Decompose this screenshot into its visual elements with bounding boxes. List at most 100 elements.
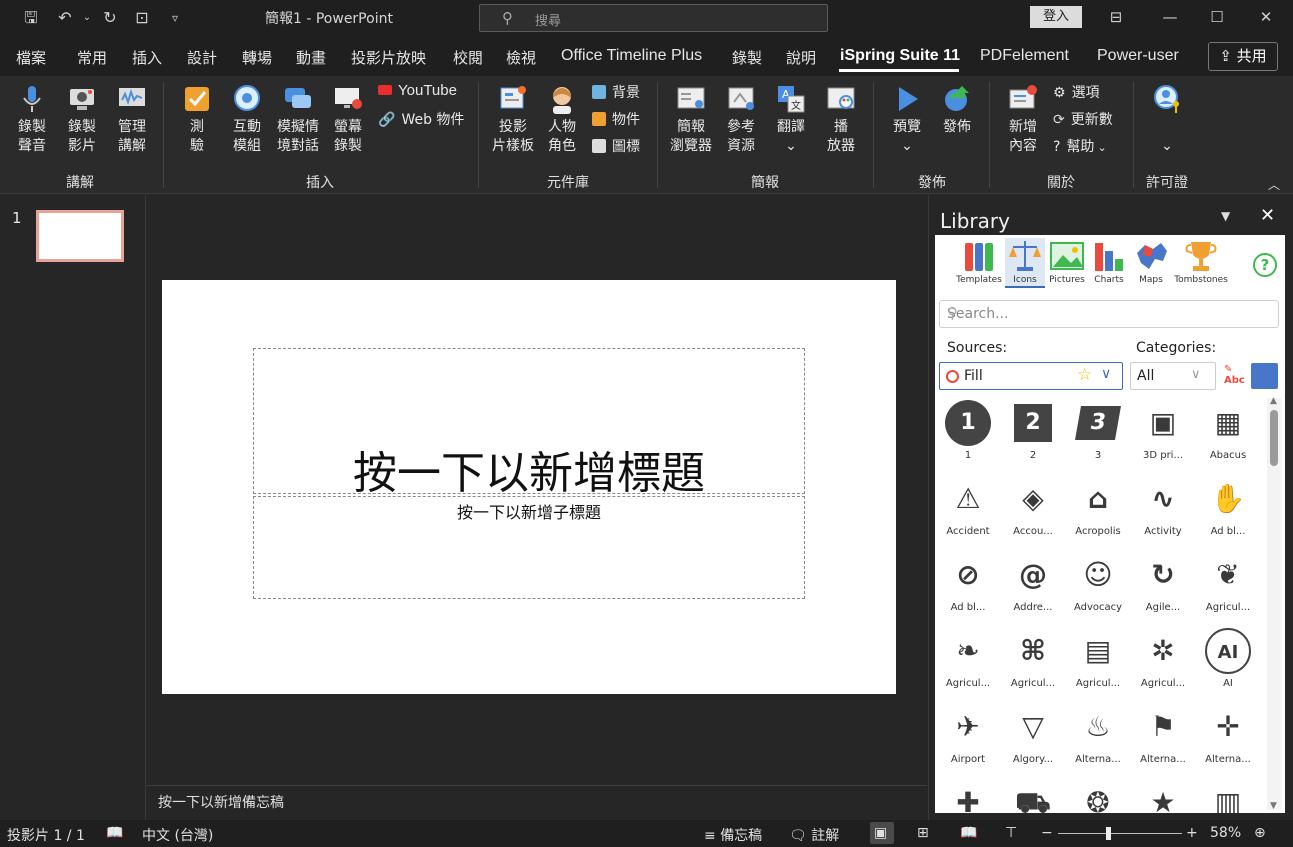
library-tab-charts[interactable]: Charts — [1089, 239, 1129, 285]
tab-transitions[interactable]: 轉場 — [242, 47, 272, 68]
scroll-down-icon[interactable]: ▼ — [1270, 801, 1277, 811]
library-icon-item[interactable]: @ Addre... — [1002, 550, 1064, 626]
library-icon-item[interactable]: ✈ Airport — [937, 702, 999, 778]
manage-narration-button[interactable]: 管理 講解 — [114, 84, 150, 156]
icons-button[interactable]: 圖標 — [592, 136, 640, 156]
slideshow-view-icon[interactable]: ⊤ — [1005, 825, 1017, 841]
preview-button[interactable]: 預覽 ⌄ — [888, 84, 926, 156]
share-button[interactable]: ⇪ 共用 — [1208, 42, 1278, 71]
redo-icon[interactable]: ↻ — [99, 7, 121, 29]
favorite-star-icon[interactable]: ☆ — [1077, 365, 1092, 385]
library-icon-item[interactable]: ⊘ Ad bl... — [937, 550, 999, 626]
tab-power-user[interactable]: Power-user — [1097, 47, 1179, 65]
library-icon-item[interactable]: 22 — [1002, 398, 1064, 474]
slide-canvas[interactable]: 按一下以新增標題 按一下以新增子標題 — [162, 280, 896, 694]
library-icon-item[interactable]: ❂ — [1067, 778, 1129, 813]
fit-to-window-icon[interactable]: ⊕ — [1254, 825, 1266, 841]
whats-new-button[interactable]: 新增 內容 — [1004, 84, 1042, 156]
library-icon-item[interactable]: 33 — [1067, 398, 1129, 474]
library-search-input[interactable]: Search... ⚲ — [939, 300, 1279, 328]
library-icon-item[interactable]: ◈ Accou... — [1002, 474, 1064, 550]
backgrounds-button[interactable]: 背景 — [592, 82, 640, 102]
library-icon-item[interactable]: ⛟ — [1002, 778, 1064, 813]
library-tab-icons[interactable]: Icons — [1005, 239, 1045, 285]
close-icon[interactable]: ✕ — [1254, 6, 1278, 28]
tab-ispring[interactable]: iSpring Suite 11 — [840, 47, 960, 65]
tab-home[interactable]: 常用 — [77, 47, 107, 68]
library-icon-item[interactable]: ⚠ Accident — [937, 474, 999, 550]
tab-slideshow[interactable]: 投影片放映 — [351, 47, 426, 68]
library-tab-templates[interactable]: Templates — [955, 239, 1003, 285]
scroll-up-icon[interactable]: ▲ — [1270, 396, 1277, 406]
tab-view[interactable]: 檢視 — [506, 47, 536, 68]
library-icon-item[interactable]: ★ — [1132, 778, 1194, 813]
categories-dropdown[interactable]: All ∨ — [1130, 362, 1216, 390]
library-icon-item[interactable]: ⌂ Acropolis — [1067, 474, 1129, 550]
tab-review[interactable]: 校閱 — [453, 47, 483, 68]
youtube-button[interactable]: YouTube — [378, 82, 457, 99]
presentation-explorer-button[interactable]: 簡報 瀏覽器 — [668, 84, 714, 156]
reading-view-icon[interactable]: 📖 — [960, 825, 977, 841]
library-icon-item[interactable]: ☺ Advocacy — [1067, 550, 1129, 626]
library-icon-item[interactable]: AI AI — [1197, 626, 1259, 702]
library-icon-item[interactable]: ▽ Algory... — [1002, 702, 1064, 778]
screen-recording-button[interactable]: 螢幕 錄製 — [330, 84, 366, 156]
quiz-button[interactable]: 測驗 — [180, 84, 214, 156]
library-icon-item[interactable]: ∿ Activity — [1132, 474, 1194, 550]
notes-pane[interactable]: 按一下以新增備忘稿 — [147, 785, 927, 820]
panel-options-icon[interactable]: ▼ — [1221, 209, 1230, 223]
characters-button[interactable]: 人物 角色 — [544, 84, 580, 156]
library-icon-item[interactable]: ⌘ Agricul... — [1002, 626, 1064, 702]
resources-button[interactable]: 參考 資源 — [722, 84, 760, 156]
icon-color-swatch[interactable] — [1251, 363, 1278, 389]
notes-toggle[interactable]: ≡ 備忘稿 — [704, 825, 762, 845]
library-tab-pictures[interactable]: Pictures — [1047, 239, 1087, 285]
translate-button[interactable]: A文 翻譯 ⌄ — [772, 84, 810, 156]
interaction-button[interactable]: 互動 模組 — [228, 84, 266, 156]
tab-design[interactable]: 設計 — [187, 47, 217, 68]
maximize-icon[interactable]: ☐ — [1205, 6, 1229, 28]
accessibility-book-icon[interactable]: 📖 — [106, 825, 123, 841]
update-button[interactable]: ⟳ 更新數 — [1053, 109, 1113, 129]
sources-dropdown[interactable]: Fill ☆ ∨ — [939, 362, 1123, 390]
zoom-slider[interactable] — [1058, 833, 1182, 834]
zoom-out-icon[interactable]: − — [1041, 825, 1053, 841]
help-icon[interactable]: ? — [1253, 253, 1277, 277]
library-icon-item[interactable]: ↻ Agile... — [1132, 550, 1194, 626]
tab-insert[interactable]: 插入 — [132, 47, 162, 68]
zoom-level[interactable]: 58% — [1210, 825, 1241, 841]
license-button[interactable]: ⌄ — [1148, 84, 1186, 156]
library-icon-item[interactable]: ⚑ Alterna... — [1132, 702, 1194, 778]
collapse-ribbon-icon[interactable]: ︿ — [1268, 176, 1280, 193]
library-tab-tombstones[interactable]: Tombstones — [1173, 239, 1229, 285]
library-icon-item[interactable]: ❧ Agricul... — [937, 626, 999, 702]
library-tab-maps[interactable]: Maps — [1131, 239, 1171, 285]
undo-icon[interactable]: ↶ — [54, 7, 76, 29]
library-icon-item[interactable]: ▦ Abacus — [1197, 398, 1259, 474]
comments-toggle[interactable]: 🗨 註解 — [789, 825, 839, 845]
tab-office-timeline[interactable]: Office Timeline Plus — [561, 47, 702, 65]
scroll-thumb[interactable] — [1270, 410, 1278, 466]
language-indicator[interactable]: 中文 (台灣) — [142, 825, 213, 845]
library-icon-item[interactable]: ❦ Agricul... — [1197, 550, 1259, 626]
library-icon-item[interactable]: ✚ — [937, 778, 999, 813]
options-button[interactable]: ⚙ 選項 — [1053, 82, 1100, 102]
help-button[interactable]: ? 幫助 ⌄ — [1053, 136, 1107, 156]
publish-button[interactable]: 發佈 — [938, 84, 976, 137]
presentation-start-icon[interactable]: ⊡ — [131, 7, 153, 29]
zoom-slider-thumb[interactable] — [1105, 827, 1111, 840]
text-color-abc-icon[interactable]: ✎ Abc — [1224, 364, 1245, 386]
web-object-button[interactable]: 🔗 Web 物件 — [378, 109, 464, 129]
subtitle-placeholder[interactable]: 按一下以新增子標題 — [253, 496, 805, 599]
zoom-in-icon[interactable]: + — [1186, 825, 1198, 841]
slide-count[interactable]: 投影片 1 / 1 — [7, 825, 85, 845]
tab-record[interactable]: 錄製 — [732, 47, 762, 68]
library-icon-item[interactable]: ♨ Alterna... — [1067, 702, 1129, 778]
dialog-simulation-button[interactable]: 模擬情 境對話 — [274, 84, 322, 156]
tab-file[interactable]: 檔案 — [16, 47, 46, 68]
search-box[interactable]: ⚲ 搜尋 — [479, 4, 828, 32]
library-icon-item[interactable]: ▤ Agricul... — [1067, 626, 1129, 702]
signin-button[interactable]: 登入 — [1030, 6, 1082, 28]
save-icon[interactable]: 🖫 — [20, 7, 42, 29]
slide-templates-button[interactable]: 投影 片樣板 — [490, 84, 536, 156]
